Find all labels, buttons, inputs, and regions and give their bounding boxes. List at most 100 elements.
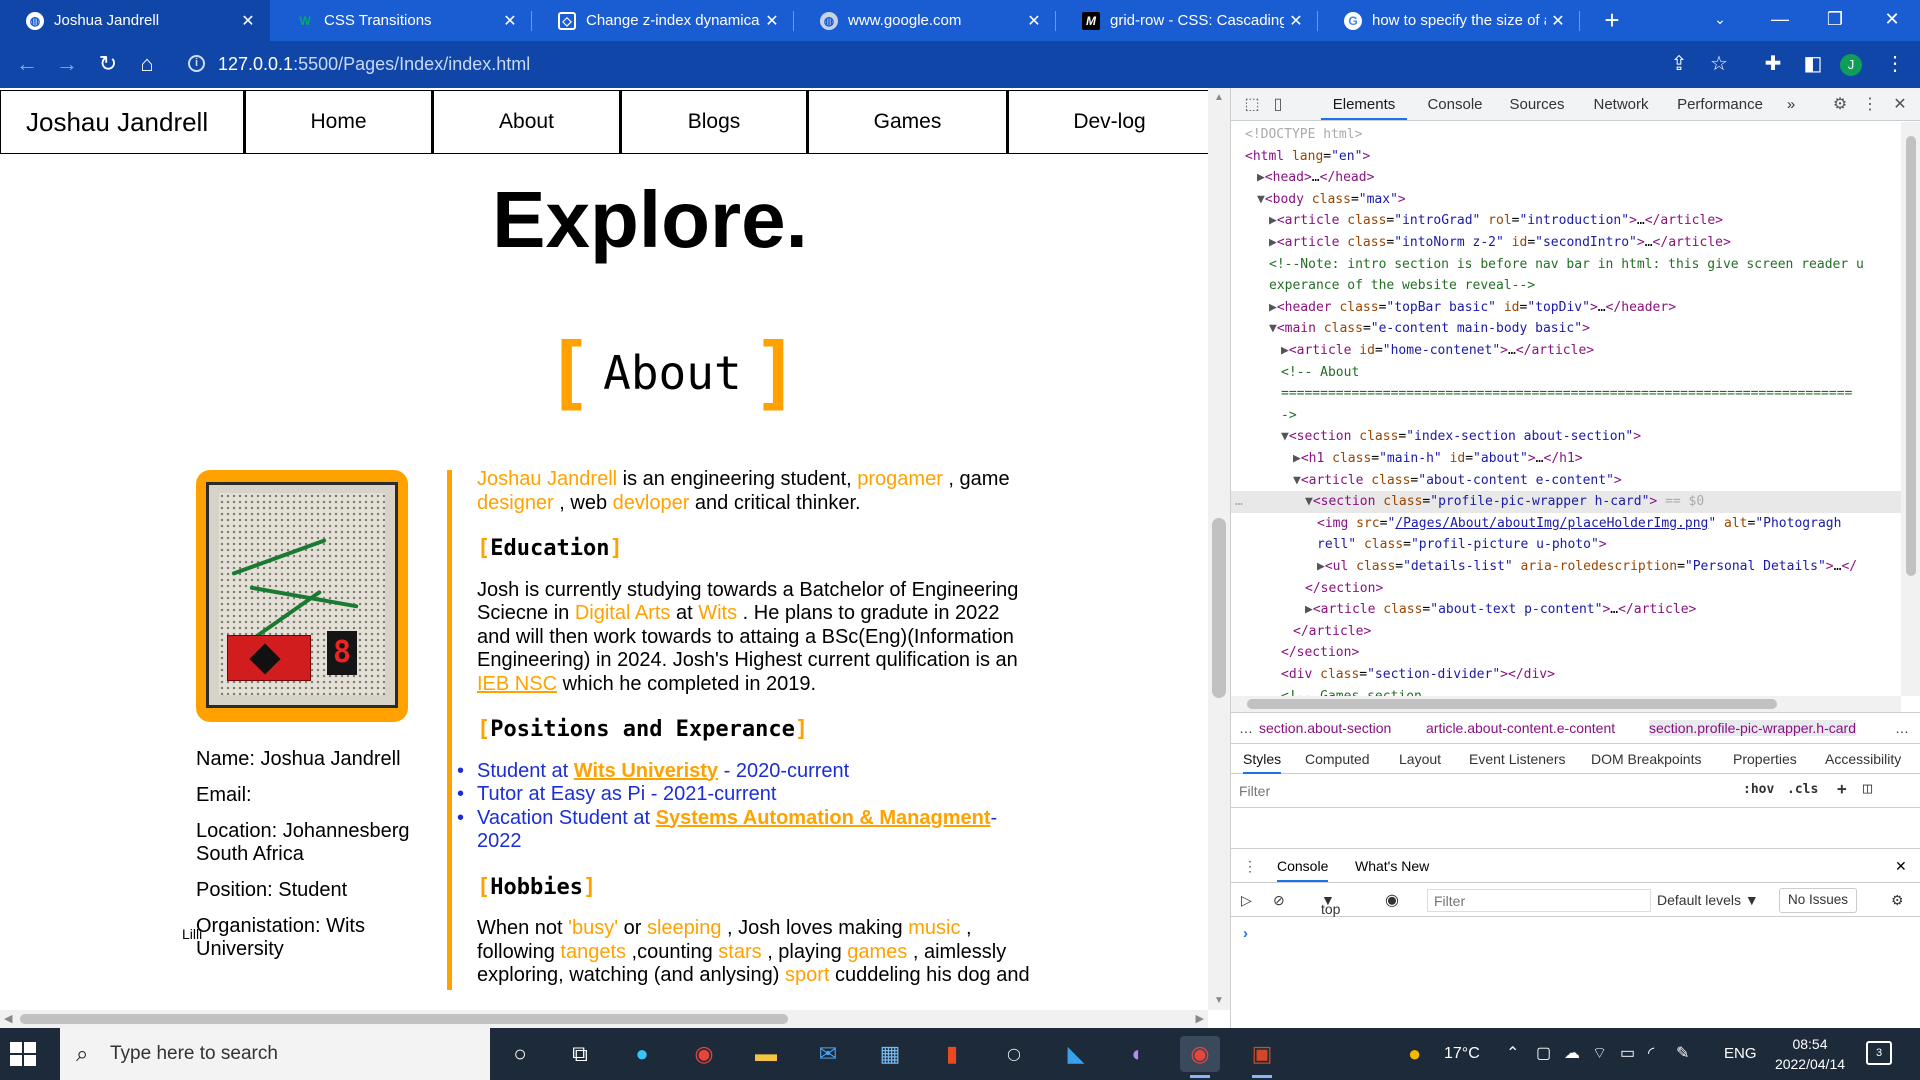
task-view-icon[interactable]: ⧉ [560, 1036, 600, 1072]
close-icon[interactable]: ✕ [1284, 11, 1308, 31]
back-button[interactable]: ← [12, 49, 42, 79]
dom-vertical-scrollbar[interactable] [1901, 122, 1920, 696]
close-icon[interactable]: ✕ [1546, 11, 1570, 31]
chrome-icon[interactable]: ◉ [684, 1036, 724, 1072]
expand-triangle-icon[interactable]: ▼ [1305, 494, 1313, 509]
breadcrumb-more[interactable]: … [1239, 720, 1253, 736]
subtab-event-listeners[interactable]: Event Listeners [1469, 751, 1566, 767]
expand-triangle-icon[interactable]: ▶ [1269, 300, 1277, 315]
bookmark-star-icon[interactable]: ☆ [1704, 49, 1734, 79]
wifi-icon[interactable]: ◜ [1648, 1028, 1654, 1080]
inspect-element-icon[interactable]: ⬚ [1241, 94, 1263, 116]
device-toolbar-icon[interactable]: ▯ [1267, 94, 1289, 116]
tab-grid-row-mdn[interactable]: M grid-row - CSS: Cascading S ✕ [1056, 0, 1318, 41]
language-indicator[interactable]: ENG [1724, 1028, 1757, 1080]
wits-link[interactable]: Wits Univeristy [574, 760, 718, 782]
dom-node-menu-icon[interactable]: … [1235, 491, 1243, 513]
url-text[interactable]: 127.0.0.1:5500/Pages/Index/index.html [218, 54, 530, 75]
expand-triangle-icon[interactable]: ▶ [1269, 235, 1277, 250]
reload-button[interactable]: ↻ [93, 49, 123, 79]
expand-triangle-icon[interactable]: ▶ [1281, 343, 1289, 358]
issues-button[interactable]: No Issues [1779, 888, 1858, 913]
tab-joshua-jandrell[interactable]: ◍ Joshua Jandrell ✕ [0, 0, 270, 41]
scroll-left-arrow-icon[interactable]: ◀ [4, 1012, 12, 1025]
expand-triangle-icon[interactable]: ▼ [1257, 192, 1265, 207]
side-panel-icon[interactable]: ◧ [1798, 49, 1828, 79]
pen-icon[interactable]: ✎ [1676, 1028, 1689, 1080]
expand-triangle-icon[interactable]: ▼ [1293, 473, 1301, 488]
cls-toggle[interactable]: .cls [1787, 782, 1818, 797]
powerpoint-icon[interactable]: ▣ [1242, 1036, 1282, 1078]
subtab-accessibility[interactable]: Accessibility [1825, 751, 1901, 767]
expand-triangle-icon[interactable]: ▼ [1281, 429, 1289, 444]
scroll-up-arrow-icon[interactable]: ▲ [1214, 92, 1224, 103]
more-tabs-icon[interactable]: » [1779, 88, 1803, 120]
subtab-styles[interactable]: Styles [1243, 751, 1282, 774]
store-icon[interactable]: ▦ [870, 1036, 910, 1072]
hov-toggle[interactable]: :hov [1743, 782, 1774, 797]
expand-triangle-icon[interactable]: ▶ [1305, 602, 1313, 617]
breadcrumb-item[interactable]: article.about-content.e-content [1426, 720, 1615, 736]
chrome-running-icon[interactable]: ◉ [1180, 1036, 1220, 1078]
scroll-thumb[interactable] [1906, 136, 1916, 576]
breadcrumb-item[interactable]: section.about-section [1259, 720, 1391, 736]
info-icon[interactable]: i [188, 55, 205, 72]
scroll-thumb[interactable] [20, 1014, 788, 1024]
network-icon[interactable]: ⌔ [1592, 1028, 1607, 1080]
menu-kebab-icon[interactable]: ⋮ [1880, 49, 1910, 79]
expand-triangle-icon[interactable]: ▶ [1257, 170, 1265, 185]
scroll-right-arrow-icon[interactable]: ▶ [1196, 1012, 1204, 1025]
dom-node-selected[interactable]: … ▼<section class="profile-pic-wrapper h-… [1231, 491, 1901, 513]
tab-console[interactable]: Console [1417, 88, 1493, 120]
expand-triangle-icon[interactable]: ▶ [1317, 559, 1325, 574]
subtab-dom-breakpoints[interactable]: DOM Breakpoints [1591, 751, 1701, 767]
office-icon[interactable]: ▮ [932, 1036, 972, 1072]
breadcrumb-more[interactable]: … [1895, 720, 1909, 736]
styles-filter-input[interactable] [1239, 780, 1729, 802]
cortana-icon[interactable]: ○ [500, 1036, 540, 1072]
nav-games[interactable]: Games [807, 90, 1007, 154]
page-horizontal-scrollbar[interactable]: ◀ ▶ [0, 1010, 1208, 1028]
close-icon[interactable]: ✕ [1022, 11, 1046, 31]
expand-triangle-icon[interactable]: ▶ [1269, 213, 1277, 228]
dell-icon[interactable]: ◯ [994, 1036, 1034, 1072]
notifications-icon[interactable]: 3 [1866, 1041, 1892, 1065]
close-devtools-icon[interactable]: ✕ [1889, 94, 1911, 116]
close-icon[interactable]: ✕ [236, 11, 260, 31]
temperature[interactable]: 17°C [1444, 1028, 1480, 1080]
extensions-puzzle-icon[interactable]: ✚ [1758, 49, 1788, 79]
nav-blogs[interactable]: Blogs [620, 90, 807, 154]
minimize-button[interactable]: — [1750, 0, 1810, 41]
sam-link[interactable]: Systems Automation & Managment [656, 807, 991, 829]
console-sidebar-icon[interactable]: ▷ [1241, 892, 1252, 909]
taskbar-clock[interactable]: 08:54 2022/04/14 [1765, 1034, 1855, 1074]
devtools-menu-icon[interactable]: ⋮ [1859, 94, 1881, 116]
new-style-rule-icon[interactable]: + [1837, 779, 1847, 798]
scroll-thumb[interactable] [1212, 518, 1226, 698]
live-expression-eye-icon[interactable]: ◉ [1385, 890, 1399, 910]
console-filter-input[interactable] [1427, 889, 1651, 912]
expand-triangle-icon[interactable]: ▶ [1293, 451, 1301, 466]
forward-button[interactable]: → [52, 49, 82, 79]
close-drawer-icon[interactable]: ✕ [1895, 858, 1907, 875]
close-icon[interactable]: ✕ [760, 11, 784, 31]
tab-google-com[interactable]: ◍ www.google.com ✕ [794, 0, 1056, 41]
settings-gear-icon[interactable]: ⚙ [1829, 94, 1851, 116]
home-button[interactable]: ⌂ [132, 49, 162, 79]
scroll-down-arrow-icon[interactable]: ▼ [1214, 995, 1224, 1006]
page-vertical-scrollbar[interactable]: ▲ ▼ [1208, 88, 1230, 1010]
site-brand[interactable]: Joshau Jandrell [0, 90, 244, 154]
dom-tree[interactable]: <!DOCTYPE html> <html lang="en"> ▶<head>…<… [1231, 122, 1901, 712]
subtab-computed[interactable]: Computed [1305, 751, 1370, 767]
drawer-tab-whats-new[interactable]: What's New [1355, 858, 1429, 874]
weather-icon[interactable]: ● [1408, 1028, 1421, 1080]
console-settings-gear-icon[interactable]: ⚙ [1891, 892, 1904, 909]
subtab-layout[interactable]: Layout [1399, 751, 1441, 767]
address-bar[interactable]: i 127.0.0.1:5500/Pages/Index/index.html … [174, 46, 1794, 83]
nav-dev-log[interactable]: Dev-log [1007, 90, 1208, 154]
new-tab-button[interactable]: + [1597, 6, 1627, 36]
close-icon[interactable]: ✕ [498, 11, 522, 31]
meet-now-icon[interactable]: ▢ [1536, 1028, 1551, 1080]
breadcrumb-item-selected[interactable]: section.profile-pic-wrapper.h-card [1649, 720, 1856, 736]
computed-sidebar-icon[interactable]: ◫ [1863, 779, 1872, 797]
